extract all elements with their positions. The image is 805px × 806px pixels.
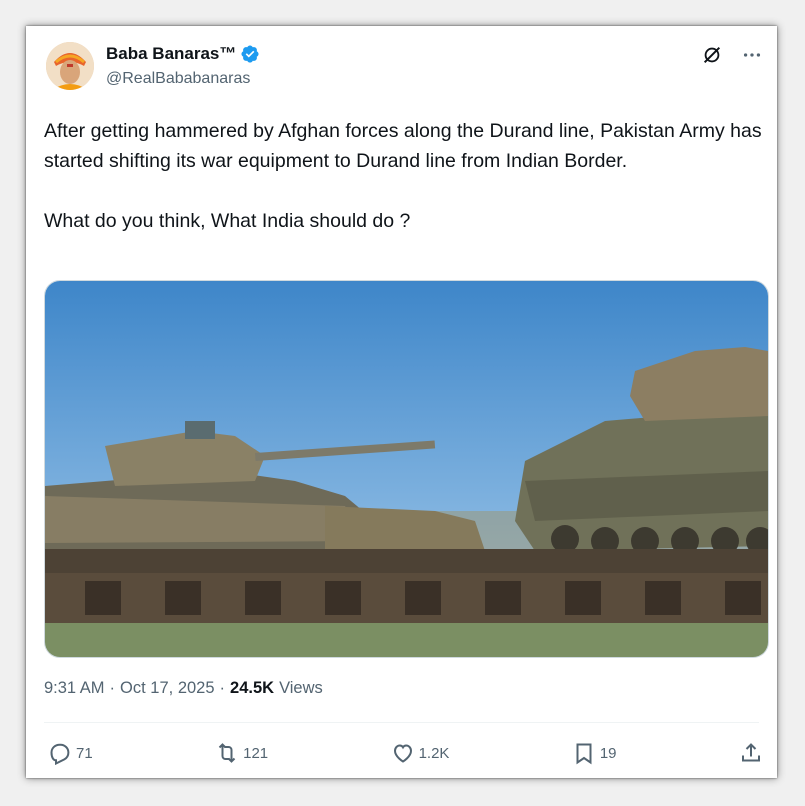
reply-count: 71	[76, 744, 93, 762]
avatar[interactable]	[46, 42, 94, 90]
divider	[44, 722, 759, 723]
like-count: 1.2K	[418, 744, 450, 762]
tweet-card: Baba Banaras™ @RealBababanaras After get…	[26, 26, 777, 778]
repost-icon	[218, 743, 236, 763]
repost-count: 121	[243, 744, 269, 762]
verified-badge-icon	[241, 45, 259, 63]
bookmark-button[interactable]: 19	[572, 741, 617, 765]
tweet-media-video[interactable]	[44, 280, 769, 658]
repost-button[interactable]: 121	[215, 741, 268, 765]
tweet-meta: 9:31 AM · Oct 17, 2025 · 24.5K Views	[44, 679, 323, 698]
like-button[interactable]: 1.2K	[391, 741, 450, 765]
tweet-date[interactable]: Oct 17, 2025	[120, 679, 214, 698]
meta-separator: ·	[109, 679, 116, 697]
author-handle[interactable]: @RealBababanaras	[106, 70, 250, 88]
more-icon[interactable]	[741, 44, 763, 66]
bookmark-icon	[576, 743, 592, 765]
share-icon	[741, 743, 760, 762]
avatar-image	[46, 42, 94, 90]
heart-icon	[393, 744, 412, 763]
share-button[interactable]	[739, 741, 763, 765]
views-count: 24.5K	[230, 679, 275, 697]
bookmark-count: 19	[599, 744, 617, 762]
views-label: Views	[279, 679, 323, 697]
meta-separator: ·	[219, 679, 226, 697]
tweet-time[interactable]: 9:31 AM	[44, 679, 105, 698]
grok-icon[interactable]	[701, 44, 723, 66]
reply-button[interactable]: 71	[48, 741, 93, 765]
tweet-text: After getting hammered by Afghan forces …	[44, 120, 762, 232]
author-display-name[interactable]: Baba Banaras™	[106, 44, 236, 64]
author-name[interactable]: Baba Banaras™	[106, 44, 260, 64]
header-actions	[701, 44, 763, 66]
action-bar: 71 121 1.2K 19	[48, 738, 763, 768]
reply-icon	[50, 743, 70, 765]
tanks-on-train-image	[45, 281, 768, 657]
